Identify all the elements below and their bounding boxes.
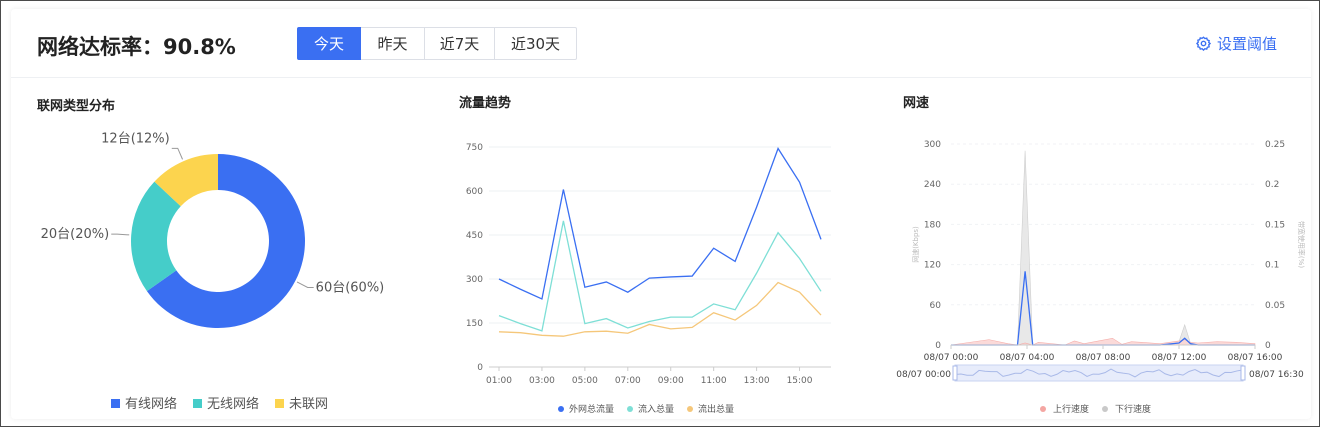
y-tick-label: 750 — [466, 143, 483, 153]
y-tick-label: 300 — [466, 275, 483, 285]
y-tick-label-right: 0.1 — [1265, 261, 1279, 271]
window-frame: 网络达标率：90.8% 今天 昨天 近7天 近30天 设置阈值 联网类型分布 流… — [0, 0, 1320, 427]
y-tick-label: 450 — [466, 231, 483, 241]
legend-label: 流入总量 — [638, 403, 674, 415]
x-tick-label: 08/07 12:00 — [1152, 353, 1207, 363]
y-tick-label-right: 0.2 — [1265, 180, 1279, 190]
donut-data-label: 60台(60%) — [316, 280, 385, 295]
date-range-tabs: 今天 昨天 近7天 近30天 — [297, 27, 577, 60]
legend-label: 无线网络 — [207, 396, 259, 412]
x-tick-label: 03:00 — [529, 376, 555, 386]
series-line — [498, 220, 822, 332]
y-tick-label: 150 — [466, 319, 483, 329]
x-tick-label: 08/07 16:00 — [1228, 353, 1283, 363]
y-tick-label-left: 60 — [930, 301, 942, 311]
speed-chart: 0 0 60 0.05 120 0.1 180 0.15 240 0.2 300 0.25 网速(Kbp… — [896, 140, 1306, 415]
y-tick-label-left: 180 — [924, 220, 941, 230]
set-threshold-label: 设置阈值 — [1217, 35, 1278, 53]
x-tick-label: 15:00 — [787, 376, 813, 386]
page-title: 网络达标率：90.8% — [37, 35, 236, 59]
x-tick-label: 13:00 — [744, 376, 770, 386]
legend-marker — [1040, 406, 1046, 412]
y-tick-label: 600 — [466, 187, 483, 197]
series-area — [951, 150, 1255, 346]
zoom-start-label: 08/07 00:00 — [896, 370, 951, 380]
tab-yesterday[interactable]: 昨天 — [361, 27, 425, 60]
legend-marker — [1102, 406, 1108, 412]
set-threshold-button[interactable]: 设置阈值 — [1196, 33, 1277, 54]
donut-label-line — [111, 233, 130, 236]
x-tick-label: 11:00 — [701, 376, 727, 386]
x-tick-label: 09:00 — [658, 376, 684, 386]
y-tick-label-left: 120 — [924, 261, 941, 271]
zoom-end-label: 08/07 16:30 — [1249, 370, 1304, 380]
series-line — [498, 147, 822, 300]
x-tick-label: 08/07 08:00 — [1076, 353, 1131, 363]
legend-label: 流出总量 — [698, 403, 734, 415]
series-line — [951, 271, 1255, 346]
tab-last-7-days[interactable]: 近7天 — [425, 27, 495, 60]
legend-label: 外网总流量 — [569, 403, 614, 415]
y-axis-label-left: 网速(Kbps) — [912, 226, 920, 263]
legend-swatch — [111, 399, 120, 408]
y-tick-label-left: 300 — [924, 140, 941, 150]
legend-label: 上行速度 — [1053, 403, 1089, 415]
traffic-trend-chart: 0 150 300 450 600 750 01:00 03:00 05:00 07:00 09:0… — [466, 143, 831, 415]
legend-marker — [627, 406, 633, 412]
y-tick-label-right: 0.25 — [1265, 140, 1285, 150]
x-tick-label: 05:00 — [572, 376, 598, 386]
x-tick-label: 01:00 — [486, 376, 512, 386]
donut-label-line — [296, 281, 314, 288]
x-tick-label: 08/07 00:00 — [924, 353, 979, 363]
y-tick-label-left: 240 — [924, 180, 941, 190]
series-area — [950, 337, 1256, 346]
series-line — [498, 281, 822, 337]
donut-data-label: 12台(12%) — [101, 131, 170, 146]
y-tick-label-right: 0 — [1265, 341, 1271, 351]
legend-label: 有线网络 — [125, 396, 177, 412]
tab-today[interactable]: 今天 — [297, 27, 361, 60]
legend-marker — [558, 406, 564, 412]
x-tick-label: 08/07 04:00 — [1000, 353, 1055, 363]
gear-icon — [1196, 36, 1211, 51]
x-tick-label: 07:00 — [615, 376, 641, 386]
legend-label: 未联网 — [289, 397, 328, 412]
tab-last-30-days[interactable]: 近30天 — [495, 27, 577, 60]
legend-swatch — [193, 399, 202, 408]
donut-label-line — [171, 147, 184, 160]
zoom-slider-handle-end — [1240, 365, 1246, 381]
network-type-donut-chart: 60台(60%) 20台(20%) 12台(12%) 有线网络 无线网络 未联网 — [41, 131, 385, 412]
dashboard-card: 网络达标率：90.8% 今天 昨天 近7天 近30天 设置阈值 联网类型分布 流… — [11, 9, 1311, 419]
legend-swatch — [275, 399, 284, 408]
y-axis-label-right: 带宽使用率(%) — [1297, 221, 1306, 268]
legend-marker — [687, 406, 693, 412]
donut-data-label: 20台(20%) — [41, 227, 110, 242]
y-tick-label-left: 0 — [935, 341, 941, 351]
y-tick-label: 0 — [477, 363, 483, 373]
y-tick-label-right: 0.05 — [1265, 301, 1285, 311]
legend-label: 下行速度 — [1115, 403, 1151, 415]
zoom-slider-handle-start — [952, 365, 958, 381]
y-tick-label-right: 0.15 — [1265, 220, 1285, 230]
header: 网络达标率：90.8% 今天 昨天 近7天 近30天 设置阈值 — [11, 9, 1311, 78]
